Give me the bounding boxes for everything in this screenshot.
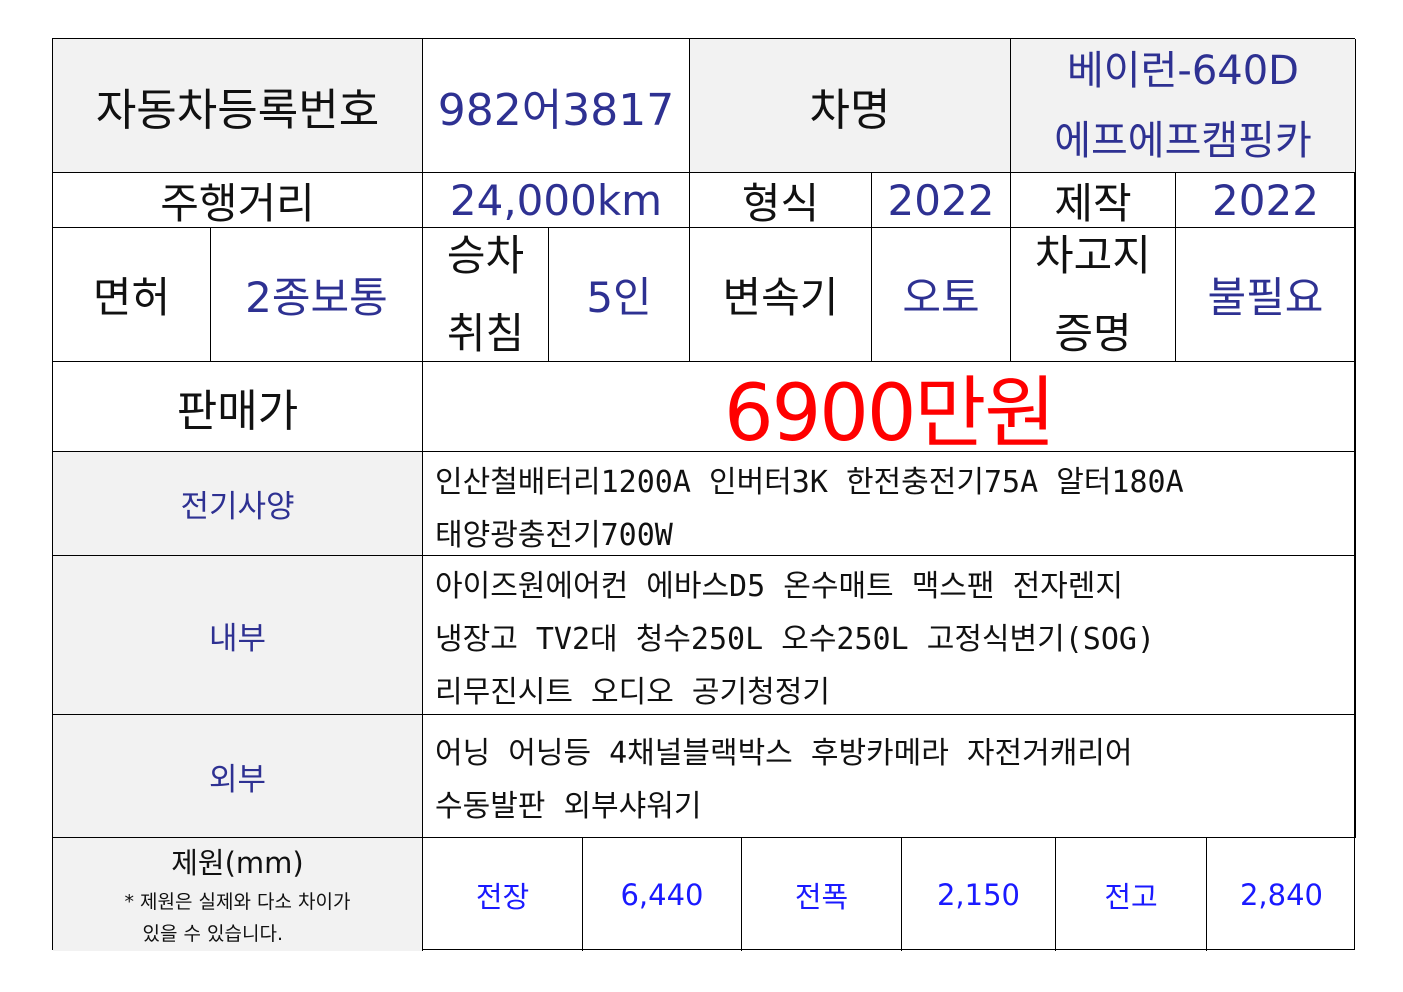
mileage-label-cell: 주행거리 [53,173,423,228]
capacity-label-line2: 취침 [446,308,525,358]
capacity-label-line1: 승차 [446,230,525,280]
interior-label: 내부 [208,620,267,657]
license-value-cell: 2종보통 [211,228,423,362]
car-name-label: 차명 [809,84,891,136]
transmission-value: 오토 [902,273,980,322]
license-value: 2종보통 [245,273,388,322]
height-value: 2,840 [1239,877,1324,912]
model-year-value-cell: 2022 [872,173,1011,228]
reg-number-value-cell: 982어3817 [423,39,690,173]
model-year-label-cell: 형식 [690,173,872,228]
vehicle-spec-sheet: 자동차등록번호 982어3817 차명 베이런-640D 에프에프캠핑카 주행거… [52,38,1356,951]
capacity-label-cell: 승차 취침 [423,228,549,362]
price-label: 판매가 [176,385,299,437]
width-label: 전폭 [794,879,849,914]
height-label-cell: 전고 [1056,838,1207,951]
electric-spec-line: 태양광충전기700W [435,518,673,553]
interior-spec-line: 아이즈원에어컨 에바스D5 온수매트 맥스팬 전자렌지 [435,569,1123,604]
reg-number-label-cell: 자동차등록번호 [53,39,423,173]
height-value-cell: 2,840 [1207,838,1356,951]
dimension-label-cell: 제원(mm) * 제원은 실제와 다소 차이가 있을 수 있습니다. [53,838,423,951]
price-value-cell: 6900만원 [423,362,1356,452]
electric-label-cell: 전기사양 [53,452,423,556]
transmission-label: 변속기 [722,273,839,322]
price-value: 6900만원 [723,368,1056,452]
mileage-label: 주행거리 [160,178,315,228]
width-value: 2,150 [936,877,1021,912]
exterior-spec-line: 어닝 어닝등 4채널블랙박스 후방카메라 자전거캐리어 [435,736,1133,771]
exterior-spec-line: 수동발판 외부샤워기 [435,789,702,824]
license-label: 면허 [92,273,171,322]
dimension-note-line2: 있을 수 있습니다. [142,922,283,945]
model-year-label: 형식 [741,178,820,228]
mileage-value: 24,000km [449,175,663,225]
mileage-value-cell: 24,000km [423,173,690,228]
made-year-value-cell: 2022 [1176,173,1356,228]
dimension-label: 제원(mm) [171,845,304,880]
exterior-spec-cell: 어닝 어닝등 4채널블랙박스 후방카메라 자전거캐리어 수동발판 외부샤워기 [423,715,1356,838]
made-year-label: 제작 [1054,178,1132,228]
transmission-label-cell: 변속기 [690,228,872,362]
car-name-value-cell: 베이런-640D 에프에프캠핑카 [1011,39,1356,173]
car-name-line1: 베이런-640D [1067,47,1299,94]
interior-label-cell: 내부 [53,556,423,715]
length-label: 전장 [475,879,530,914]
license-label-cell: 면허 [53,228,211,362]
length-value-cell: 6,440 [583,838,742,951]
interior-spec-cell: 아이즈원에어컨 에바스D5 온수매트 맥스팬 전자렌지 냉장고 TV2대 청수2… [423,556,1356,715]
length-value: 6,440 [620,877,704,912]
garage-label-line2: 증명 [1054,308,1132,358]
exterior-label: 외부 [208,761,267,798]
model-year-value: 2022 [887,175,995,225]
height-label: 전고 [1104,879,1158,914]
exterior-label-cell: 외부 [53,715,423,838]
reg-number-value: 982어3817 [437,84,675,136]
garage-label-line1: 차고지 [1035,230,1151,280]
garage-label-cell: 차고지 증명 [1011,228,1176,362]
interior-spec-line: 냉장고 TV2대 청수250L 오수250L 고정식변기(SOG) [435,622,1156,657]
price-label-cell: 판매가 [53,362,423,452]
electric-spec-cell: 인산철배터리1200A 인버터3K 한전충전기75A 알터180A 태양광충전기… [423,452,1356,556]
reg-number-label: 자동차등록번호 [95,84,380,136]
dimension-note: * 제원은 실제와 다소 차이가 있을 수 있습니다. [125,886,351,950]
garage-value: 불필요 [1207,273,1324,322]
electric-spec-line: 인산철배터리1200A 인버터3K 한전충전기75A 알터180A [435,465,1184,500]
width-label-cell: 전폭 [742,838,902,951]
capacity-value: 5인 [586,273,652,322]
made-year-label-cell: 제작 [1011,173,1176,228]
electric-label: 전기사양 [180,489,295,525]
garage-value-cell: 불필요 [1176,228,1356,362]
width-value-cell: 2,150 [902,838,1056,951]
car-name-line2: 에프에프캠핑카 [1054,117,1312,164]
car-name-label-cell: 차명 [690,39,1011,173]
interior-spec-line: 리무진시트 오디오 공기청정기 [435,675,830,710]
dimension-note-line1: * 제원은 실제와 다소 차이가 [124,890,351,913]
made-year-value: 2022 [1212,175,1319,225]
length-label-cell: 전장 [423,838,583,951]
capacity-value-cell: 5인 [549,228,690,362]
transmission-value-cell: 오토 [872,228,1011,362]
